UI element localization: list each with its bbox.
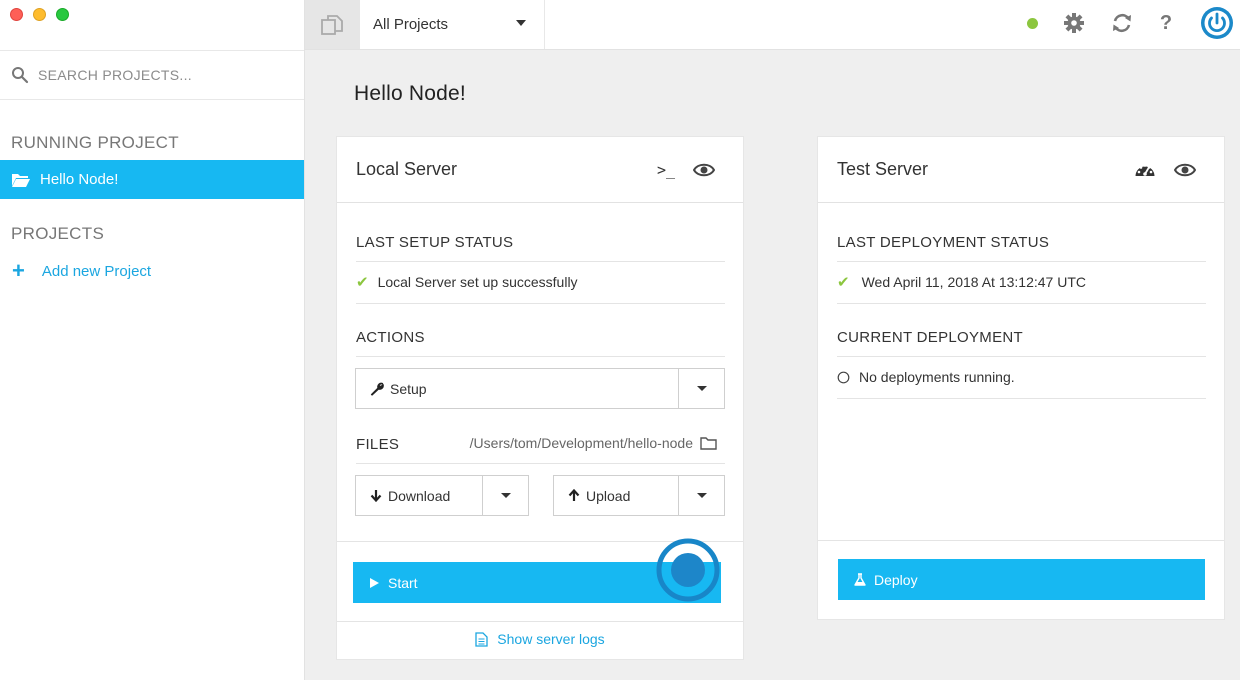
folder-icon[interactable] [700,436,717,450]
divider [818,540,1224,541]
chevron-down-icon [696,493,707,498]
test-server-header: Test Server [818,137,1224,203]
local-server-card: Local Server >_ LAST SETUP STATUS ✔ Loca… [336,136,744,660]
folder-open-icon [12,173,30,187]
local-server-header: Local Server >_ [337,137,743,203]
test-server-card: Test Server LAST DEPLOYMENT STATUS ✔ Wed… [817,136,1225,620]
add-project-label: Add new Project [41,262,152,280]
divider [356,303,725,304]
search-input[interactable] [38,67,288,83]
window-controls [10,8,69,21]
divider [356,463,725,464]
actions-heading: ACTIONS [356,329,425,346]
setup-label: Setup [390,380,427,397]
divider [837,398,1206,399]
setup-button[interactable]: Setup [356,369,678,408]
sidebar: RUNNING PROJECT Hello Node! PROJECTS + A… [0,0,305,680]
search-icon [12,67,29,84]
dashboard-icon[interactable] [1134,161,1156,179]
upload-dropdown-toggle[interactable] [678,476,724,515]
page-title: Hello Node! [354,82,466,105]
upload-label: Upload [586,487,631,504]
click-indicator [656,538,720,602]
running-project-heading: RUNNING PROJECT [11,133,179,152]
eye-icon[interactable] [1174,162,1196,178]
upload-button-group: Upload [553,475,725,516]
gear-icon [1064,13,1084,33]
test-server-title: Test Server [837,159,929,179]
arrow-up-icon [568,489,580,501]
download-dropdown-toggle[interactable] [482,476,528,515]
check-icon: ✔ [356,274,369,291]
divider [837,261,1206,262]
power-icon [1201,7,1233,39]
question-icon: ? [1159,11,1173,34]
current-deployment-heading: CURRENT DEPLOYMENT [837,329,1023,346]
deployment-status: ✔ Wed April 11, 2018 At 13:12:47 UTC [837,273,1086,291]
zoom-window-button[interactable] [56,8,69,21]
terminal-icon[interactable]: >_ [657,161,675,179]
setup-dropdown-toggle[interactable] [678,369,724,408]
deploy-button[interactable]: Deploy [838,559,1205,600]
local-server-title: Local Server [356,159,458,179]
refresh-icon [1113,13,1131,33]
files-heading: FILES [356,436,400,453]
local-server-actions: >_ [657,161,715,179]
close-window-button[interactable] [10,8,23,21]
circle-icon [837,371,850,383]
chevron-down-icon [500,493,511,498]
add-project-link[interactable]: + Add new Project [12,258,152,283]
play-icon [370,577,379,588]
divider [356,356,725,357]
test-server-actions [1134,161,1196,179]
projects-heading: PROJECTS [11,224,105,243]
deployment-status-text: Wed April 11, 2018 At 13:12:47 UTC [861,274,1086,290]
deployment-status-heading: LAST DEPLOYMENT STATUS [837,234,1050,251]
show-logs-link[interactable]: Show server logs [337,631,743,647]
minimize-window-button[interactable] [33,8,46,21]
deploy-label: Deploy [874,571,918,588]
current-deployment-status: No deployments running. [837,369,1015,385]
status-indicator [1027,18,1038,29]
refresh-button[interactable] [1110,11,1134,35]
divider [337,621,743,622]
setup-status-heading: LAST SETUP STATUS [356,234,514,251]
current-deployment-text: No deployments running. [859,369,1015,385]
arrow-down-icon [370,490,382,502]
power-button[interactable] [1200,6,1234,40]
chevron-down-icon [696,386,707,391]
download-button-group: Download [355,475,529,516]
sidebar-item-hello-node[interactable]: Hello Node! [0,160,304,199]
wrench-icon [370,382,384,396]
chevron-down-icon [516,20,526,26]
project-selector[interactable]: All Projects [360,0,545,49]
help-button[interactable]: ? [1154,11,1178,35]
copy-icon [320,14,343,35]
flask-icon [854,573,866,586]
check-icon: ✔ [837,274,850,291]
download-button[interactable]: Download [356,476,482,515]
files-path-text: /Users/tom/Development/hello-node [469,435,693,451]
upload-button[interactable]: Upload [554,476,678,515]
show-logs-label: Show server logs [497,631,605,647]
plus-icon: + [12,258,25,283]
project-selector-value: All Projects [373,16,449,33]
divider [356,261,725,262]
start-label: Start [388,574,418,591]
eye-icon[interactable] [693,162,715,178]
top-bar: All Projects ? [305,0,1240,50]
setup-status-text: Local Server set up successfully [377,274,578,290]
setup-status: ✔ Local Server set up successfully [356,273,578,291]
search-bar [0,50,304,100]
setup-button-group: Setup [355,368,725,409]
document-icon [475,631,488,647]
files-path: /Users/tom/Development/hello-node [470,435,717,451]
projects-view-button[interactable] [305,0,360,49]
divider [837,356,1206,357]
divider [837,303,1206,304]
download-label: Download [388,487,451,504]
settings-button[interactable] [1062,11,1086,35]
sidebar-item-label: Hello Node! [40,171,119,188]
